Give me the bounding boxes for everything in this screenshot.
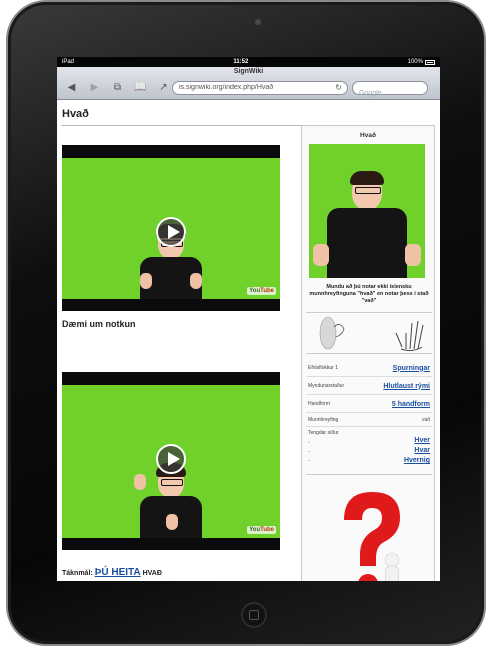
clock: 11:52: [233, 59, 249, 65]
url-input[interactable]: [179, 84, 329, 91]
youtube-logo[interactable]: YouTube: [247, 526, 276, 534]
youtube-logo[interactable]: YouTube: [247, 287, 276, 295]
infobox-title: Hvað: [360, 132, 376, 139]
signer-figure: [313, 171, 421, 278]
battery-percent: 100%: [407, 59, 423, 65]
infobox-row: Efnisflokkur 1 Spurningar: [306, 360, 432, 377]
related-link-hvar[interactable]: Hvar: [414, 447, 430, 454]
related-label: Tengdar síður: [308, 430, 339, 436]
sign-link[interactable]: ÞÚ HEITA: [95, 567, 141, 578]
toolbar-buttons: ◀ ▶ ⧉ 📖 ↗: [65, 82, 170, 94]
search-bar[interactable]: [352, 81, 428, 97]
infobox-caption: Mundu að þú notar ekki íslensku munnhrey…: [309, 284, 429, 304]
browser-page-title: SignWiki: [233, 68, 264, 75]
handshape-illustration: [319, 316, 424, 352]
battery-status: 100%: [408, 59, 435, 65]
sign-language-label: Táknmál:: [62, 570, 93, 577]
carrier-label: iPad: [62, 59, 75, 65]
location-link[interactable]: Hlutlaust rými: [383, 383, 432, 390]
section-heading: Dæmi um notkun: [62, 319, 136, 329]
related-link-hver[interactable]: Hver: [414, 437, 430, 444]
page-title: Hvað: [62, 108, 89, 120]
play-icon[interactable]: [156, 217, 186, 247]
address-bar[interactable]: ↻: [172, 81, 348, 95]
video-player-main[interactable]: YouTube: [62, 145, 280, 311]
handshape-link[interactable]: 5 handform: [392, 401, 432, 408]
back-icon[interactable]: ◀: [65, 82, 78, 94]
video-player-example[interactable]: YouTube: [62, 372, 280, 550]
signer-figure: [134, 463, 202, 538]
ipad-screen: iPad 11:52 100% SignWiki ◀ ▶ ⧉ 📖 ↗ ↻ Hva…: [57, 57, 440, 581]
forward-icon[interactable]: ▶: [88, 82, 101, 94]
infobox-row: Myndunarstaður Hlutlaust rými: [306, 378, 432, 395]
related-pages: Tengdar síður - - - Hver Hvar Hvernig: [306, 428, 432, 475]
page-content: Hvað YouTube Dæmi um notkun YouTube Tákn…: [57, 100, 440, 581]
bookmarks-icon[interactable]: 📖: [134, 82, 147, 94]
question-mark-icon: [344, 492, 400, 581]
handshape-diagram: [306, 312, 432, 354]
infobox-row: Munnhreyfing vað: [306, 414, 432, 427]
share-icon[interactable]: ↗: [157, 82, 170, 94]
infobox: Hvað Mundu að þú notar ekki íslensku mun…: [301, 125, 435, 581]
play-icon[interactable]: [156, 444, 186, 474]
reload-icon[interactable]: ↻: [335, 82, 342, 94]
infobox-row: Handform 5 handform: [306, 396, 432, 413]
safari-toolbar: SignWiki ◀ ▶ ⧉ 📖 ↗ ↻: [57, 67, 440, 100]
mouthing-value: vað: [421, 417, 430, 423]
category-link[interactable]: Spurningar: [393, 365, 432, 372]
related-link-hvernig[interactable]: Hvernig: [404, 457, 430, 464]
front-camera: [255, 19, 261, 25]
sign-word: HVAÐ: [142, 570, 162, 577]
home-button[interactable]: [241, 602, 267, 628]
battery-icon: [424, 59, 435, 65]
sign-sentence: Táknmál: ÞÚ HEITA HVAÐ: [62, 567, 162, 578]
search-input[interactable]: [359, 90, 419, 97]
infobox-image: [309, 144, 425, 278]
tabs-icon[interactable]: ⧉: [111, 82, 124, 94]
status-bar: iPad 11:52 100%: [57, 57, 440, 67]
